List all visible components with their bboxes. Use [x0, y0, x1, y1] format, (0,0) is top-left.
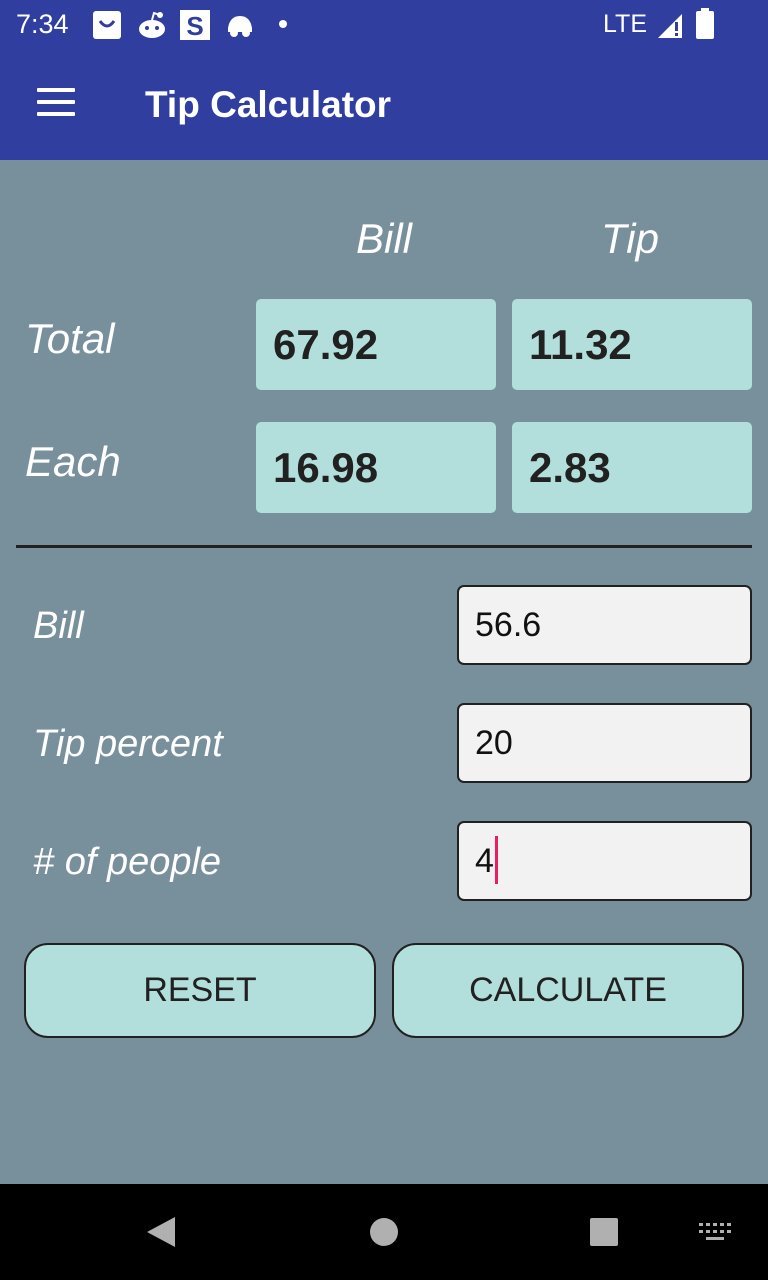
tip-percent-input-value: 20 — [475, 724, 513, 762]
battery-icon — [696, 8, 714, 39]
back-icon[interactable] — [145, 1215, 177, 1249]
svg-text:S: S — [186, 11, 203, 40]
car-icon — [228, 16, 252, 37]
status-bar: 7:34 S LTE — [0, 0, 768, 48]
bill-input[interactable]: 56.6 — [457, 585, 752, 665]
row-header-total: Total — [25, 315, 115, 362]
reddit-icon — [139, 11, 165, 38]
people-input-value: 4 — [475, 842, 494, 880]
column-header-bill: Bill — [355, 215, 412, 262]
text-caret — [494, 836, 498, 885]
total-tip-value: 11.32 — [512, 299, 752, 390]
recents-icon[interactable] — [589, 1217, 619, 1247]
row-header-each: Each — [25, 438, 121, 485]
bill-input-value: 56.6 — [475, 606, 542, 644]
dot-icon — [279, 20, 287, 28]
bill-label: Bill — [33, 605, 84, 647]
app-bar: Tip Calculator — [0, 48, 768, 160]
people-input[interactable]: 4 — [457, 821, 752, 901]
s-app-icon: S — [180, 10, 210, 40]
people-label: # of people — [33, 841, 222, 883]
app-title: Tip Calculator — [145, 84, 392, 125]
navigation-bar — [0, 1184, 768, 1280]
tip-percent-label: Tip percent — [33, 723, 223, 765]
reset-button[interactable]: RESET — [24, 943, 376, 1038]
home-icon[interactable] — [369, 1217, 399, 1247]
each-tip-value: 2.83 — [512, 422, 752, 513]
total-bill-value: 67.92 — [256, 299, 496, 390]
column-header-tip: Tip — [601, 215, 659, 262]
status-time: 7:34 — [16, 9, 69, 39]
calculate-button[interactable]: CALCULATE — [392, 943, 744, 1038]
signal-icon — [658, 14, 682, 38]
network-type: LTE — [603, 10, 647, 38]
shopping-bag-icon — [93, 11, 121, 39]
each-bill-value: 16.98 — [256, 422, 496, 513]
hamburger-menu-icon[interactable] — [37, 88, 75, 118]
divider — [16, 545, 752, 548]
keyboard-icon[interactable] — [698, 1221, 732, 1243]
tip-percent-input[interactable]: 20 — [457, 703, 752, 783]
